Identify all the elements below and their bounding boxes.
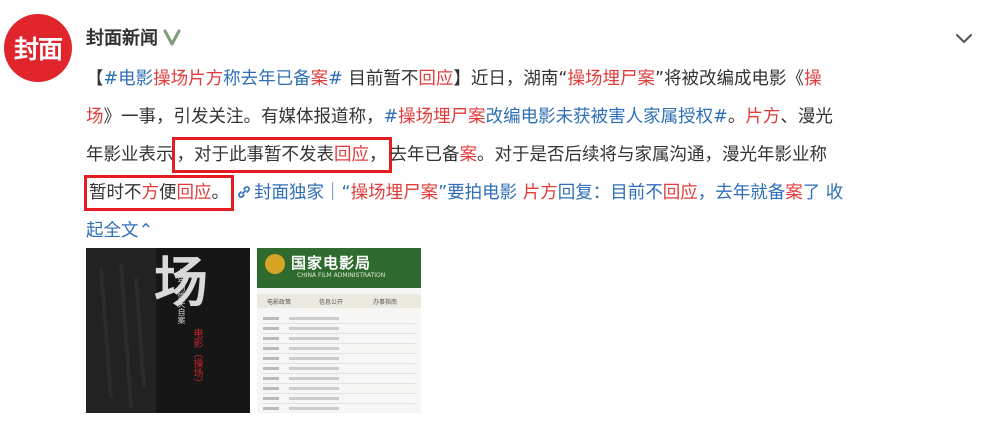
table-row	[263, 404, 415, 413]
text-segment: 去年已备	[389, 145, 460, 165]
text-segment: ，	[369, 145, 387, 165]
link-part: 回复：目前不	[557, 183, 663, 203]
table-row	[263, 374, 415, 384]
hashtag-keyword: 操场片方	[153, 69, 224, 89]
keyword-highlight: 方	[141, 183, 160, 203]
text-segment: 便	[159, 183, 177, 203]
highlight-box-1: ，对于此事暂不发表回应，	[171, 137, 392, 173]
text-line-2: 场》一事，引发关注。有媒体报道称，#操场埋尸案改编电影未获被害人家属授权#。片方…	[86, 98, 978, 136]
table-row	[263, 314, 415, 324]
keyword-highlight: 操场埋尸案	[567, 69, 655, 89]
hashtag-part: #	[383, 107, 399, 127]
table-row	[263, 354, 415, 364]
text-segment: 。对于是否后续将与家属沟通，漫光年影业称	[477, 145, 827, 165]
collapse-label: 起全文	[86, 221, 139, 241]
keyword-highlight: 回应	[418, 69, 454, 89]
link-keyword: 回应	[662, 183, 698, 203]
site-nav: 电影政策 信息公开 办事指南	[257, 294, 421, 308]
table-row	[263, 334, 415, 344]
hashtag-part: 称去年已备	[223, 69, 311, 89]
hashtag-keyword: 操场埋尸案	[398, 107, 486, 127]
table-row	[263, 344, 415, 354]
text-segment: 暂时不	[89, 183, 142, 203]
text-segment: 目前暂不	[342, 69, 419, 89]
text-segment: 。	[727, 107, 746, 127]
text-segment: 年影业表示	[86, 145, 174, 165]
collapse-text-link[interactable]: 起全文⌃	[86, 221, 153, 241]
poster-title: 场	[154, 251, 208, 314]
highlight-box-2: 暂时不方便回应。	[84, 175, 234, 211]
avatar-text: 封面	[13, 35, 63, 64]
text-segment: 【	[86, 69, 104, 89]
text-line-3: 年影业表示 ，对于此事暂不发表回应， 去年已备案。对于是否后续将与家属沟通，漫光年影…	[86, 136, 978, 174]
hashtag-keyword: 案	[310, 69, 329, 89]
text-segment: ”将被改编成电影《	[654, 69, 805, 89]
link-part: ”要拍电影	[438, 183, 523, 203]
author-name[interactable]: 封面新闻	[86, 24, 158, 50]
link-keyword: 操场埋尸案	[350, 183, 439, 203]
keyword-highlight: 片方	[745, 107, 781, 127]
site-title: 国家电影局	[291, 254, 372, 272]
table-row	[263, 324, 415, 334]
keyword-highlight: 回应	[334, 145, 369, 165]
avatar[interactable]: 封面	[4, 14, 72, 82]
link-part: 封面独家｜“	[254, 183, 351, 203]
link-icon	[238, 186, 250, 198]
site-nav-item: 信息公开	[319, 299, 344, 306]
hashtag-link[interactable]: #操场埋尸案改编电影未获被害人家属授权#	[384, 107, 728, 127]
keyword-highlight: 操	[804, 69, 822, 89]
chevron-up-icon: ⌃	[138, 221, 154, 241]
author-row: 封面新闻	[86, 24, 182, 50]
hashtag-part: 改编电影未获被害人家属授权#	[485, 107, 728, 127]
text-line-1: 【#电影操场片方称去年已备案# 目前暂不回应】近日，湖南“操场埋尸案”将被改编成…	[86, 60, 978, 98]
link-part: ，去年就备	[697, 183, 786, 203]
text-segment: 》一事，引发关注。有媒体报道称，	[103, 107, 384, 127]
collapse-link[interactable]: 了 收	[803, 183, 844, 203]
site-record-table	[263, 314, 415, 413]
text-line-5: 起全文⌃	[86, 212, 978, 250]
table-row	[263, 384, 415, 394]
text-segment: 。	[211, 183, 230, 203]
link-keyword: 片方	[522, 183, 558, 203]
article-link[interactable]: 封面独家｜“操场埋尸案”要拍电影 片方回复：目前不回应，去年就备案了 收	[232, 183, 843, 203]
chevron-down-icon[interactable]	[952, 26, 976, 50]
national-emblem-icon	[265, 254, 285, 274]
text-segment: 】近日，湖南“	[453, 69, 568, 89]
text-segment: 、漫光	[780, 107, 833, 127]
hashtag-part: #	[328, 69, 343, 89]
keyword-highlight: 案	[459, 145, 478, 165]
poster-thumbnail[interactable]: 七年的惨天自案 场 电影（操场）	[86, 248, 250, 413]
hashtag-link[interactable]: #电影操场片方称去年已备案#	[104, 69, 343, 89]
keyword-highlight: 场	[86, 107, 104, 127]
site-subtitle: CHINA FILM ADMINISTRATION	[297, 272, 386, 279]
verified-badge-icon	[163, 29, 181, 46]
site-nav-item: 办事指南	[373, 299, 398, 306]
site-header: 国家电影局 CHINA FILM ADMINISTRATION	[257, 248, 421, 288]
poster-credit: 电影（操场）	[191, 328, 202, 388]
text-line-4: 暂时不方便回应。 封面独家｜“操场埋尸案”要拍电影 片方回复：目前不回应，去年就备…	[84, 174, 978, 212]
link-keyword: 案	[785, 183, 803, 203]
keyword-highlight: 回应	[176, 183, 212, 203]
webpage-screenshot-thumbnail[interactable]: 国家电影局 CHINA FILM ADMINISTRATION 电影政策 信息公…	[257, 248, 421, 413]
table-row	[263, 394, 415, 404]
text-segment: ，对于此事暂不发表	[176, 145, 335, 165]
hashtag-part: #电影	[103, 69, 154, 89]
post-text: 【#电影操场片方称去年已备案# 目前暂不回应】近日，湖南“操场埋尸案”将被改编成…	[84, 60, 978, 250]
table-row	[263, 364, 415, 374]
site-nav-item: 电影政策	[267, 299, 292, 306]
